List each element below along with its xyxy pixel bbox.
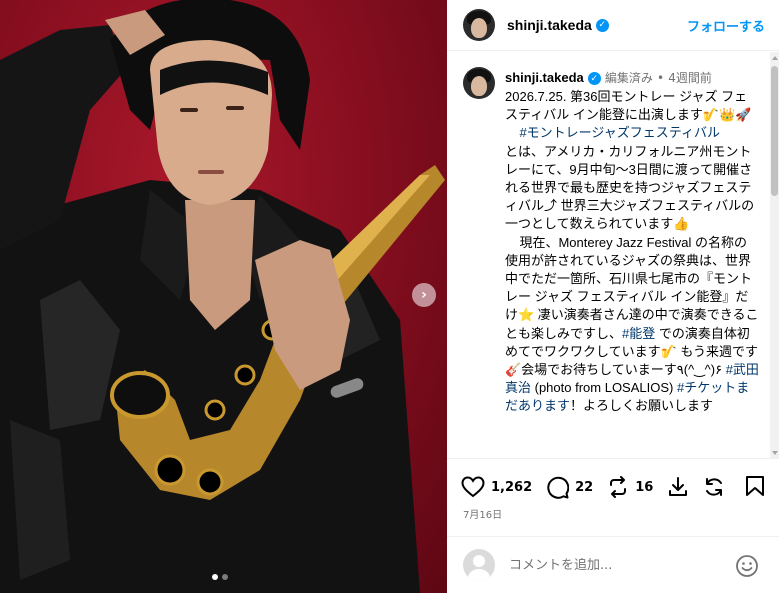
save-button[interactable] xyxy=(745,475,765,501)
heart-icon xyxy=(461,476,485,498)
post-photo[interactable]: › xyxy=(0,0,447,593)
caption-username[interactable]: shinji.takeda xyxy=(505,70,584,85)
post-side-panel: shinji.takeda ✓ フォローする shinji.takeda ✓ 編集… xyxy=(447,0,779,593)
meta-separator: • xyxy=(657,71,665,85)
emoji-button[interactable] xyxy=(735,554,759,582)
like-button[interactable]: 1,262 xyxy=(461,476,532,498)
follow-button[interactable]: フォローする xyxy=(687,16,765,35)
refresh-button[interactable] xyxy=(703,476,725,498)
comment-count: 22 xyxy=(575,479,594,495)
caption-scrollbar[interactable] xyxy=(770,52,779,459)
caption-part: ！よろしくお願いします xyxy=(570,398,714,414)
hashtag-link[interactable]: #モントレージャズフェスティバル xyxy=(519,125,720,140)
scroll-down-arrow-icon[interactable] xyxy=(772,451,778,455)
next-slide-button[interactable]: › xyxy=(412,283,436,307)
repost-button[interactable]: 16 xyxy=(607,476,653,498)
avatar[interactable] xyxy=(463,9,495,41)
download-button[interactable] xyxy=(667,476,689,498)
post-header: shinji.takeda ✓ フォローする xyxy=(447,0,779,51)
caption-avatar[interactable] xyxy=(463,67,495,99)
carousel-dots xyxy=(212,574,228,580)
comment-input[interactable] xyxy=(509,557,719,573)
time-ago[interactable]: 4週間前 xyxy=(668,71,712,85)
carousel-dot-active xyxy=(212,574,218,580)
repost-icon xyxy=(610,476,627,498)
current-user-avatar xyxy=(463,549,495,581)
carousel-dot xyxy=(222,574,228,580)
comment-bubble-icon xyxy=(547,476,570,499)
scroll-up-arrow-icon[interactable] xyxy=(772,56,778,60)
verified-badge-icon: ✓ xyxy=(595,18,609,32)
caption-text: 2026.7.25. 第36回モントレー ジャズ フェスティバル イン能登に出演… xyxy=(505,88,759,416)
repost-count: 16 xyxy=(635,479,654,495)
caption-area: shinji.takeda ✓ 編集済み • 4週間前 2026.7.25. 第3… xyxy=(447,52,779,459)
caption-header: shinji.takeda ✓ 編集済み • 4週間前 xyxy=(505,69,712,88)
caption-part: (photo from LOSALIOS) xyxy=(531,380,677,396)
bookmark-icon xyxy=(746,476,764,496)
refresh-icon xyxy=(706,478,723,496)
post-date[interactable]: 7月16日 xyxy=(463,506,502,521)
comment-composer xyxy=(447,536,779,593)
like-count[interactable]: 1,262 xyxy=(491,480,532,495)
edited-label: 編集済み xyxy=(604,71,653,85)
emoji-icon xyxy=(736,555,758,577)
caption-part: とは、アメリカ・カリフォルニア州モントレーにて、9月中旬〜3日間に渡って開催され… xyxy=(505,143,759,341)
hashtag-link[interactable]: #能登 xyxy=(622,326,655,341)
chevron-right-icon: › xyxy=(421,287,427,303)
comment-button[interactable]: 22 xyxy=(546,476,593,499)
download-icon xyxy=(669,477,688,496)
username[interactable]: shinji.takeda xyxy=(507,17,592,33)
scroll-thumb[interactable] xyxy=(771,66,778,196)
verified-badge-icon: ✓ xyxy=(587,72,601,85)
photo-illustration xyxy=(0,0,445,593)
action-bar: 1,262 22 16 xyxy=(461,474,739,500)
